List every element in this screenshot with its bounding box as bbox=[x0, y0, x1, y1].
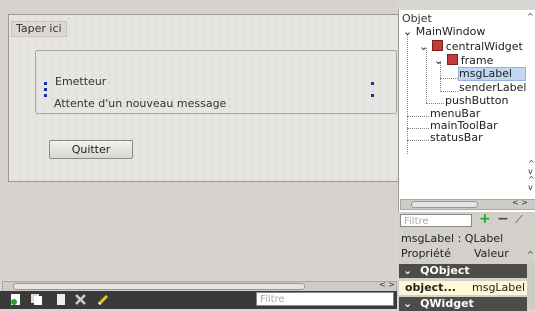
property-filter-input[interactable]: Filtre bbox=[400, 214, 472, 227]
tree-item-centralwidget[interactable]: ⌄ centralWidget bbox=[419, 40, 523, 53]
vertical-scroll-arrows-icon[interactable]: ^ v ^ v bbox=[528, 160, 535, 192]
tree-item-label: centralWidget bbox=[445, 40, 523, 53]
property-name: object... bbox=[405, 281, 456, 294]
property-row-objectname[interactable]: object... msgLabel bbox=[399, 281, 527, 295]
message-label[interactable]: Attente d'un nouveau message bbox=[51, 97, 226, 110]
quit-button[interactable]: Quitter bbox=[49, 140, 133, 159]
collapse-arrow-icon[interactable]: ⌄ bbox=[399, 297, 412, 310]
tree-item-label: MainWindow bbox=[415, 25, 486, 38]
object-class-label: msgLabel : QLabel bbox=[401, 232, 504, 245]
column-header-value[interactable]: Valeur bbox=[474, 247, 509, 261]
expand-arrow-icon[interactable]: ⌄ bbox=[419, 40, 428, 53]
collapse-arrow-icon[interactable]: ⌄ bbox=[399, 264, 412, 277]
section-label: QWidget bbox=[420, 297, 474, 310]
tree-connector bbox=[440, 91, 458, 92]
property-value[interactable]: msgLabel bbox=[472, 281, 525, 295]
selection-handle[interactable] bbox=[44, 88, 47, 91]
configure-icon[interactable]: ⟋ bbox=[515, 213, 523, 227]
tree-item-mainwindow[interactable]: ⌄ MainWindow bbox=[403, 26, 485, 38]
tree-item-label: frame bbox=[460, 54, 494, 67]
edit-icon[interactable] bbox=[97, 293, 110, 306]
tree-connector bbox=[407, 116, 429, 117]
scroll-arrows-icon[interactable]: < > bbox=[379, 280, 395, 289]
add-property-icon[interactable]: + bbox=[479, 211, 491, 227]
widget-icon bbox=[431, 40, 443, 51]
tree-item-statusbar[interactable]: statusBar bbox=[430, 132, 483, 144]
copy-icon[interactable] bbox=[30, 293, 43, 306]
tree-item-label: pushButton bbox=[445, 94, 509, 107]
delete-icon[interactable] bbox=[74, 293, 87, 306]
new-icon[interactable] bbox=[10, 293, 23, 306]
widget-icon bbox=[446, 54, 458, 65]
inspector-horizontal-scrollbar[interactable]: < > bbox=[400, 198, 535, 210]
tree-item-label: msgLabel bbox=[459, 67, 513, 80]
object-inspector-title: Objet bbox=[402, 12, 432, 25]
chevron-up-icon[interactable]: ^ bbox=[527, 250, 534, 259]
tree-connector bbox=[407, 140, 429, 141]
main-window-form[interactable]: Taper ici Emetteur Attente d'un nouveau … bbox=[8, 14, 400, 182]
scrollbar-thumb[interactable] bbox=[13, 283, 305, 290]
expand-arrow-icon[interactable]: ⌄ bbox=[403, 25, 412, 38]
tree-item-frame[interactable]: ⌄ frame bbox=[434, 54, 493, 67]
property-vertical-scrollbar[interactable] bbox=[527, 262, 535, 309]
remove-property-icon[interactable]: − bbox=[497, 211, 509, 227]
tree-connector bbox=[407, 128, 429, 129]
expand-arrow-icon[interactable]: ⌄ bbox=[434, 54, 443, 67]
tree-connector bbox=[426, 48, 427, 103]
tree-connector bbox=[440, 78, 458, 79]
section-label: QObject bbox=[420, 264, 470, 277]
scroll-arrows-icon[interactable]: < > bbox=[512, 198, 528, 207]
selection-handle[interactable] bbox=[371, 94, 374, 97]
tree-connector bbox=[426, 103, 444, 104]
tree-item-label: statusBar bbox=[430, 131, 483, 144]
selection-handle[interactable] bbox=[44, 94, 47, 97]
tree-connector bbox=[407, 34, 408, 154]
tree-item-senderlabel[interactable]: senderLabel bbox=[459, 82, 526, 94]
tree-item-msglabel[interactable]: msgLabel bbox=[458, 67, 526, 81]
sender-label[interactable]: Emetteur bbox=[55, 75, 106, 88]
column-header-property[interactable]: Propriété bbox=[401, 247, 451, 261]
selection-handle[interactable] bbox=[371, 82, 374, 85]
scrollbar-thumb[interactable] bbox=[411, 201, 478, 208]
selection-handle[interactable] bbox=[44, 82, 47, 85]
document-icon[interactable] bbox=[55, 293, 68, 306]
section-qobject[interactable]: ⌄ QObject bbox=[399, 264, 527, 278]
tree-item-label: senderLabel bbox=[459, 81, 527, 94]
resource-filter-input[interactable]: Filtre bbox=[256, 292, 394, 306]
chevron-up-icon[interactable]: ^ bbox=[527, 12, 534, 21]
menu-placeholder[interactable]: Taper ici bbox=[11, 21, 67, 37]
tree-item-pushbutton[interactable]: pushButton bbox=[445, 95, 509, 107]
